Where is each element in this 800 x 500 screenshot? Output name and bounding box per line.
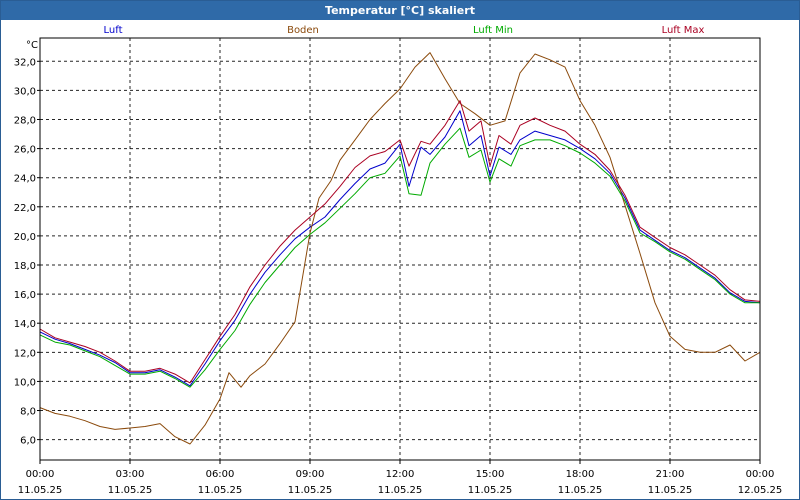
x-tick-date-3: 11.05.25: [288, 485, 333, 496]
legend-entry-3: Luft Max: [662, 25, 705, 36]
y-tick-label-5: 16,0: [14, 290, 36, 301]
y-axis-ticks: 6,0 8,0 10,0 12,0 14,0 16,0 18,0 20,0 22,0 24,0 26…: [14, 57, 40, 447]
x-tick-date-5: 11.05.25: [468, 485, 513, 496]
y-tick-label-9: 24,0: [14, 174, 36, 185]
legend-entry-2: Luft Min: [473, 25, 513, 36]
y-tick-label-1: 8,0: [20, 407, 36, 418]
temperature-chart: Luft Boden Luft Min Luft Max °C 6,0 8,0 10,0 1…: [14, 25, 783, 496]
y-tick-label-2: 10,0: [14, 377, 36, 388]
x-tick-date-7: 11.05.25: [648, 485, 693, 496]
x-tick-date-4: 11.05.25: [378, 485, 423, 496]
legend: Luft Boden Luft Min Luft Max: [104, 25, 705, 36]
x-tick-date-8: 12.05.25: [738, 485, 783, 496]
legend-entry-0: Luft: [104, 25, 123, 36]
x-tick-date-6: 11.05.25: [558, 485, 603, 496]
y-tick-label-0: 6,0: [20, 436, 36, 447]
x-tick-time-2: 06:00: [206, 469, 235, 480]
x-tick-date-1: 11.05.25: [108, 485, 153, 496]
y-tick-label-8: 22,0: [14, 203, 36, 214]
x-tick-time-4: 12:00: [386, 469, 415, 480]
x-tick-time-0: 00:00: [26, 469, 55, 480]
y-tick-label-6: 18,0: [14, 261, 36, 272]
x-tick-time-8: 00:00: [746, 469, 775, 480]
x-tick-time-1: 03:00: [116, 469, 145, 480]
y-axis-label: °C: [26, 40, 38, 51]
legend-entry-1: Boden: [287, 25, 319, 36]
x-axis-ticks: 00:00 11.05.25 03:00 11.05.25 06:00 11.05.25 0…: [18, 460, 783, 496]
x-tick-time-3: 09:00: [296, 469, 325, 480]
y-tick-label-13: 32,0: [14, 57, 36, 68]
y-tick-label-3: 12,0: [14, 348, 36, 359]
gridlines: [39, 38, 761, 460]
y-tick-label-12: 30,0: [14, 86, 36, 97]
y-tick-label-11: 28,0: [14, 115, 36, 126]
y-tick-label-7: 20,0: [14, 232, 36, 243]
x-tick-time-5: 15:00: [476, 469, 505, 480]
x-tick-date-2: 11.05.25: [198, 485, 243, 496]
x-tick-time-7: 21:00: [656, 469, 685, 480]
x-tick-date-0: 11.05.25: [18, 485, 63, 496]
x-tick-time-6: 18:00: [566, 469, 595, 480]
series-line-2: [39, 127, 760, 388]
y-tick-label-4: 14,0: [14, 319, 36, 330]
y-tick-label-10: 26,0: [14, 145, 36, 156]
